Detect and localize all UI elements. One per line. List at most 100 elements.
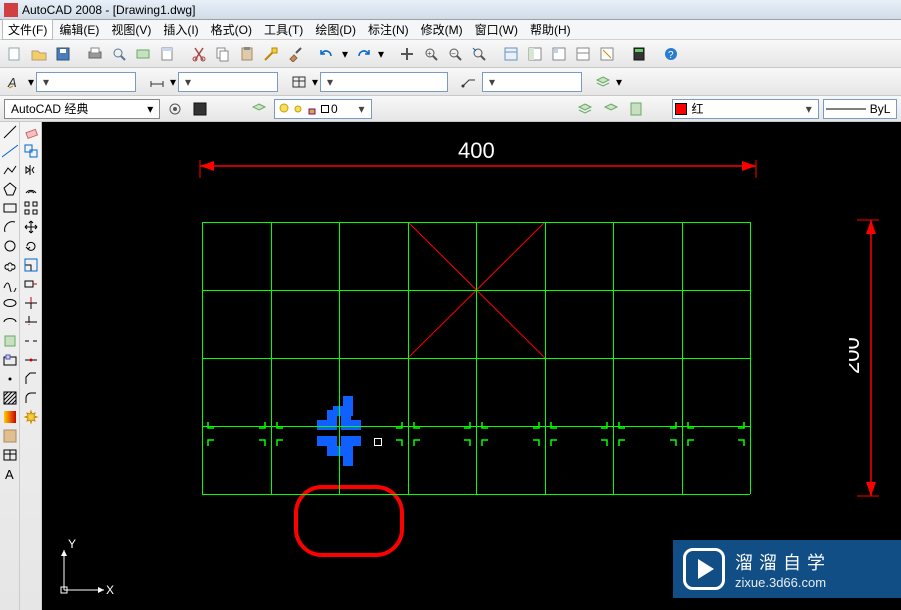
- workspace-dd[interactable]: AutoCAD 经典▾: [4, 99, 160, 119]
- copy-icon[interactable]: [212, 43, 234, 65]
- undo-dd-icon[interactable]: ▾: [340, 43, 350, 65]
- mtext-icon[interactable]: A: [2, 466, 18, 482]
- region-icon[interactable]: [2, 428, 18, 444]
- layer-stack-icon[interactable]: [592, 71, 614, 93]
- match-icon[interactable]: [260, 43, 282, 65]
- gradient-icon[interactable]: [2, 409, 18, 425]
- move-icon[interactable]: [23, 219, 39, 235]
- revcloud-icon[interactable]: [2, 257, 18, 273]
- publish-icon[interactable]: [132, 43, 154, 65]
- layers3-icon[interactable]: [600, 98, 621, 120]
- menu-help[interactable]: 帮助(H): [524, 19, 577, 40]
- ellipsearc-icon[interactable]: [2, 314, 18, 330]
- color-dd[interactable]: 红 ▾: [672, 99, 818, 119]
- ws-save-icon[interactable]: [190, 98, 211, 120]
- xline-icon[interactable]: [2, 143, 18, 159]
- zoom-prev-icon[interactable]: [468, 43, 490, 65]
- main-area: A 400: [0, 122, 901, 610]
- save-icon[interactable]: [52, 43, 74, 65]
- arc-icon[interactable]: [2, 219, 18, 235]
- layerbook-icon[interactable]: [625, 98, 646, 120]
- menu-tools[interactable]: 工具(T): [258, 19, 309, 40]
- print-icon[interactable]: [84, 43, 106, 65]
- menubar[interactable]: 文件(F) 编辑(E) 视图(V) 插入(I) 格式(O) 工具(T) 绘图(D…: [0, 20, 901, 40]
- spline-icon[interactable]: [2, 276, 18, 292]
- redo-dd-icon[interactable]: ▾: [376, 43, 386, 65]
- rect-icon[interactable]: [2, 200, 18, 216]
- layermgr-icon[interactable]: [248, 98, 269, 120]
- textstyle-icon[interactable]: A: [4, 71, 26, 93]
- open-icon[interactable]: [28, 43, 50, 65]
- cut-icon[interactable]: [188, 43, 210, 65]
- extend-icon[interactable]: [23, 314, 39, 330]
- menu-edit[interactable]: 编辑(E): [53, 19, 105, 40]
- chamfer-icon[interactable]: [23, 371, 39, 387]
- sheet-icon[interactable]: [156, 43, 178, 65]
- ws-gear-icon[interactable]: [164, 98, 185, 120]
- paste-icon[interactable]: [236, 43, 258, 65]
- line-icon[interactable]: [2, 124, 18, 140]
- insert-icon[interactable]: [2, 333, 18, 349]
- dimstyle-dd[interactable]: ▾: [178, 72, 278, 92]
- drawing-canvas[interactable]: 400 200: [42, 122, 901, 610]
- linetype-dd[interactable]: ByL: [823, 99, 897, 119]
- brush-icon[interactable]: [284, 43, 306, 65]
- markup-icon[interactable]: [596, 43, 618, 65]
- hatch-icon[interactable]: [2, 390, 18, 406]
- props-icon[interactable]: [500, 43, 522, 65]
- zoom-win-icon[interactable]: −: [444, 43, 466, 65]
- svg-text:−: −: [451, 49, 456, 58]
- zoom-rt-icon[interactable]: +: [420, 43, 442, 65]
- copy2-icon[interactable]: [23, 143, 39, 159]
- table-icon[interactable]: [2, 447, 18, 463]
- layers2-icon[interactable]: [574, 98, 595, 120]
- ssm-icon[interactable]: [572, 43, 594, 65]
- menu-draw[interactable]: 绘图(D): [309, 19, 362, 40]
- textstyle-dd[interactable]: ▾: [36, 72, 136, 92]
- help-icon[interactable]: ?: [660, 43, 682, 65]
- dc-icon[interactable]: [524, 43, 546, 65]
- circle-icon[interactable]: [2, 238, 18, 254]
- menu-dim[interactable]: 标注(N): [362, 19, 415, 40]
- trim-icon[interactable]: [23, 295, 39, 311]
- tp-icon[interactable]: [548, 43, 570, 65]
- menu-view[interactable]: 视图(V): [105, 19, 157, 40]
- redo-icon[interactable]: [352, 43, 374, 65]
- erase-icon[interactable]: [23, 124, 39, 140]
- mleader-dd[interactable]: ▾: [482, 72, 582, 92]
- ellipse-icon[interactable]: [2, 295, 18, 311]
- mleader-icon[interactable]: [458, 71, 480, 93]
- app-title: AutoCAD 2008 - [Drawing1.dwg]: [22, 3, 195, 17]
- tablestyle-dd[interactable]: ▾: [320, 72, 448, 92]
- calc-icon[interactable]: [628, 43, 650, 65]
- tablestyle-icon[interactable]: [288, 71, 310, 93]
- preview-icon[interactable]: [108, 43, 130, 65]
- fillet-icon[interactable]: [23, 390, 39, 406]
- explode-icon[interactable]: [23, 409, 39, 425]
- pline-icon[interactable]: [2, 162, 18, 178]
- array-icon[interactable]: [23, 200, 39, 216]
- new-icon[interactable]: [4, 43, 26, 65]
- dimstyle-icon[interactable]: [146, 71, 168, 93]
- join-icon[interactable]: [23, 352, 39, 368]
- layer-dd[interactable]: 0 ▾: [274, 99, 372, 119]
- dim200-label: 200: [849, 337, 864, 374]
- point-icon[interactable]: [2, 371, 18, 387]
- dim-400: 400: [194, 140, 762, 180]
- rotate-icon[interactable]: [23, 238, 39, 254]
- modify-toolbar: [20, 122, 42, 610]
- menu-modify[interactable]: 修改(M): [415, 19, 469, 40]
- offset-icon[interactable]: [23, 181, 39, 197]
- menu-format[interactable]: 格式(O): [205, 19, 258, 40]
- mirror-icon[interactable]: [23, 162, 39, 178]
- polygon-icon[interactable]: [2, 181, 18, 197]
- pan-icon[interactable]: [396, 43, 418, 65]
- menu-insert[interactable]: 插入(I): [157, 19, 204, 40]
- menu-window[interactable]: 窗口(W): [469, 19, 524, 40]
- undo-icon[interactable]: [316, 43, 338, 65]
- menu-file[interactable]: 文件(F): [2, 19, 53, 40]
- scale-icon[interactable]: [23, 257, 39, 273]
- block-icon[interactable]: [2, 352, 18, 368]
- break-icon[interactable]: [23, 333, 39, 349]
- stretch-icon[interactable]: [23, 276, 39, 292]
